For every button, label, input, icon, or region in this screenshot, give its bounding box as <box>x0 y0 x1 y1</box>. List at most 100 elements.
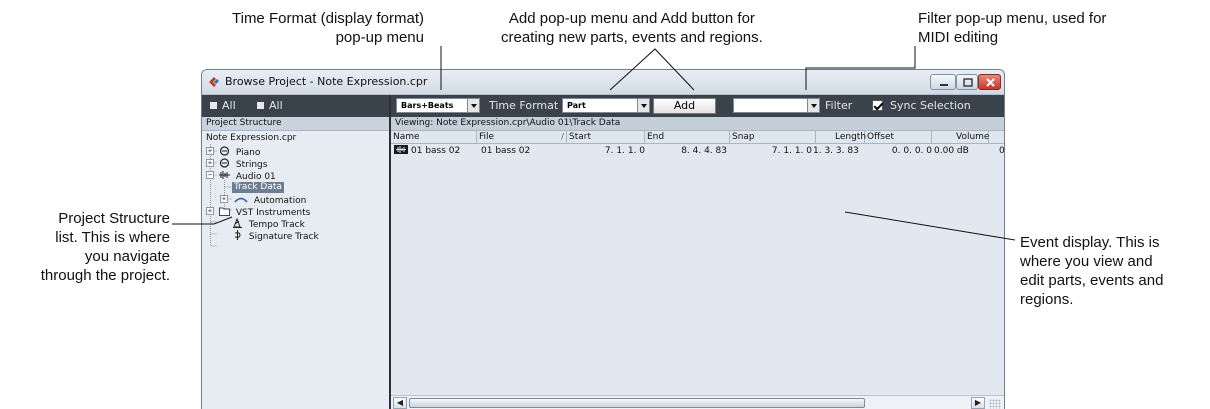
cell-offset: 0. 0. 0. 0 <box>891 146 932 156</box>
expand-all-label: All <box>222 99 236 112</box>
cell-snap: 7. 1. 1. 0 <box>771 146 812 156</box>
collapse-all-icon <box>257 102 264 109</box>
column-label: End <box>647 132 665 142</box>
tree-item-label: Signature Track <box>248 232 319 242</box>
cell-volume: 0.00 dB <box>934 146 969 156</box>
chevron-left-icon: ◀ <box>396 398 404 407</box>
time-format-dropdown[interactable]: Bars+Beats <box>396 98 480 113</box>
horizontal-scrollbar[interactable]: ◀ ▶ <box>391 395 1004 409</box>
table-row[interactable]: 01 bass 02 01 bass 02 7. 1. 1. 0 8. 4. 4… <box>391 145 1005 157</box>
chevron-down-icon <box>807 99 819 112</box>
column-header-snap[interactable]: Snap <box>730 131 816 144</box>
callout-add-menu-line1: Add pop-up menu and Add button for <box>508 10 755 27</box>
callout-time-format-line2: pop-up menu <box>335 29 424 46</box>
expand-automation-icon[interactable]: + <box>220 195 228 203</box>
viewing-path: Viewing: Note Expression.cpr\Audio 01\Tr… <box>391 117 1004 131</box>
signature-icon <box>232 230 243 240</box>
scroll-right-button[interactable]: ▶ <box>971 397 985 409</box>
callout-project-structure-line4: through the project. <box>40 267 170 284</box>
column-header-start[interactable]: Start <box>567 131 645 144</box>
resize-grip[interactable] <box>989 399 1001 409</box>
project-structure-panel: Project Structure Note Expression.cpr + … <box>202 117 389 409</box>
minimize-button[interactable] <box>930 74 956 90</box>
tree-item-label: Note Expression.cpr <box>206 133 297 143</box>
cell-file: 01 bass 02 <box>481 146 531 156</box>
callout-project-structure-line1: Project Structure <box>58 210 170 227</box>
callout-add-menu: Add pop-up menu and Add button for creat… <box>501 9 763 47</box>
callout-event-display-line1: Event display. This is <box>1020 234 1160 251</box>
column-header-file[interactable]: File / <box>477 131 567 144</box>
tree-item-project[interactable]: Note Expression.cpr <box>206 133 296 144</box>
column-label: Start <box>569 132 591 142</box>
column-label: Name <box>393 132 420 142</box>
add-button[interactable]: Add <box>653 98 716 114</box>
tree-item-signature-track[interactable]: Signature Track <box>232 230 319 243</box>
callout-filter-menu-line2: MIDI editing <box>918 29 999 46</box>
cell-name: 01 bass 02 <box>394 145 460 157</box>
callout-event-display: Event display. This is where you view an… <box>1020 233 1163 309</box>
audio-event-icon <box>394 145 408 154</box>
event-display: Viewing: Note Expression.cpr\Audio 01\Tr… <box>391 117 1005 409</box>
expand-piano-icon[interactable]: + <box>206 147 214 155</box>
scroll-left-button[interactable]: ◀ <box>393 397 407 409</box>
title-bar[interactable]: Browse Project - Note Expression.cpr <box>202 70 1004 95</box>
callout-event-display-line4: regions. <box>1020 291 1074 308</box>
column-label: Snap <box>732 132 755 142</box>
filter-label: Filter <box>825 99 853 112</box>
callout-project-structure: Project Structure list. This is where yo… <box>6 209 170 285</box>
cell-name-text: 01 bass 02 <box>411 146 461 156</box>
callout-time-format-line1: Time Format (display format) <box>232 10 424 27</box>
callout-add-menu-line2: creating new parts, events and regions. <box>501 29 763 46</box>
minimize-icon <box>940 84 948 86</box>
expand-all-icon <box>210 102 217 109</box>
chevron-down-icon <box>467 99 479 112</box>
tempo-icon <box>232 217 243 228</box>
maximize-icon <box>963 78 973 87</box>
column-header-end[interactable]: End <box>645 131 730 144</box>
column-header-name[interactable]: Name <box>391 131 477 144</box>
collapse-all-label: All <box>269 99 283 112</box>
callout-project-structure-line3: you navigate <box>84 248 170 265</box>
expand-vst-icon[interactable]: + <box>206 207 214 215</box>
app-icon <box>209 77 219 87</box>
scroll-thumb[interactable] <box>409 398 865 408</box>
column-header-volume[interactable]: Volume <box>932 131 989 144</box>
add-type-value: Part <box>567 101 586 110</box>
browse-project-window: Browse Project - Note Expression.cpr All… <box>201 69 1005 409</box>
time-format-label: Time Format <box>489 99 559 112</box>
audio-track-icon <box>219 170 230 180</box>
project-structure-header: Project Structure <box>202 117 389 131</box>
time-format-value: Bars+Beats <box>401 101 454 110</box>
cell-end: 8. 4. 4. 83 <box>681 146 727 156</box>
callout-event-display-line3: edit parts, events and <box>1020 272 1164 289</box>
column-header-offset[interactable]: Offset <box>865 131 932 144</box>
column-header-length[interactable]: Length <box>816 131 867 144</box>
collapse-all-button[interactable]: All <box>257 99 283 112</box>
column-label: File <box>479 132 495 142</box>
add-type-dropdown[interactable]: Part <box>562 98 650 113</box>
maximize-button[interactable] <box>956 74 978 90</box>
callout-filter-menu-line1: Filter pop-up menu, used for <box>918 10 1107 27</box>
filter-dropdown[interactable] <box>733 98 820 113</box>
cell-start: 7. 1. 1. 0 <box>604 146 645 156</box>
sync-selection-checkbox[interactable] <box>872 100 883 111</box>
midi-track-icon <box>219 158 230 168</box>
close-icon <box>986 78 995 87</box>
tree-item-label: Track Data <box>232 182 284 193</box>
close-button[interactable] <box>978 74 1001 90</box>
folder-icon <box>219 206 230 216</box>
expand-strings-icon[interactable]: + <box>206 159 214 167</box>
column-label: Volume <box>956 132 990 142</box>
tree-item-track-data[interactable]: Track Data <box>232 182 284 193</box>
collapse-audio-icon[interactable]: − <box>206 171 214 179</box>
cell-extra: 0 <box>999 146 1005 156</box>
sync-selection-label: Sync Selection <box>890 99 971 112</box>
chevron-right-icon: ▶ <box>974 398 982 407</box>
column-label: Length <box>835 132 867 142</box>
window-title: Browse Project - Note Expression.cpr <box>225 75 428 88</box>
expand-all-button[interactable]: All <box>210 99 236 112</box>
toolbar: All All Bars+Beats Time Format Part Add … <box>202 95 1004 117</box>
sort-indicator-icon: / <box>561 132 564 141</box>
chevron-down-icon <box>637 99 649 112</box>
callout-time-format: Time Format (display format) pop-up menu <box>232 9 424 47</box>
